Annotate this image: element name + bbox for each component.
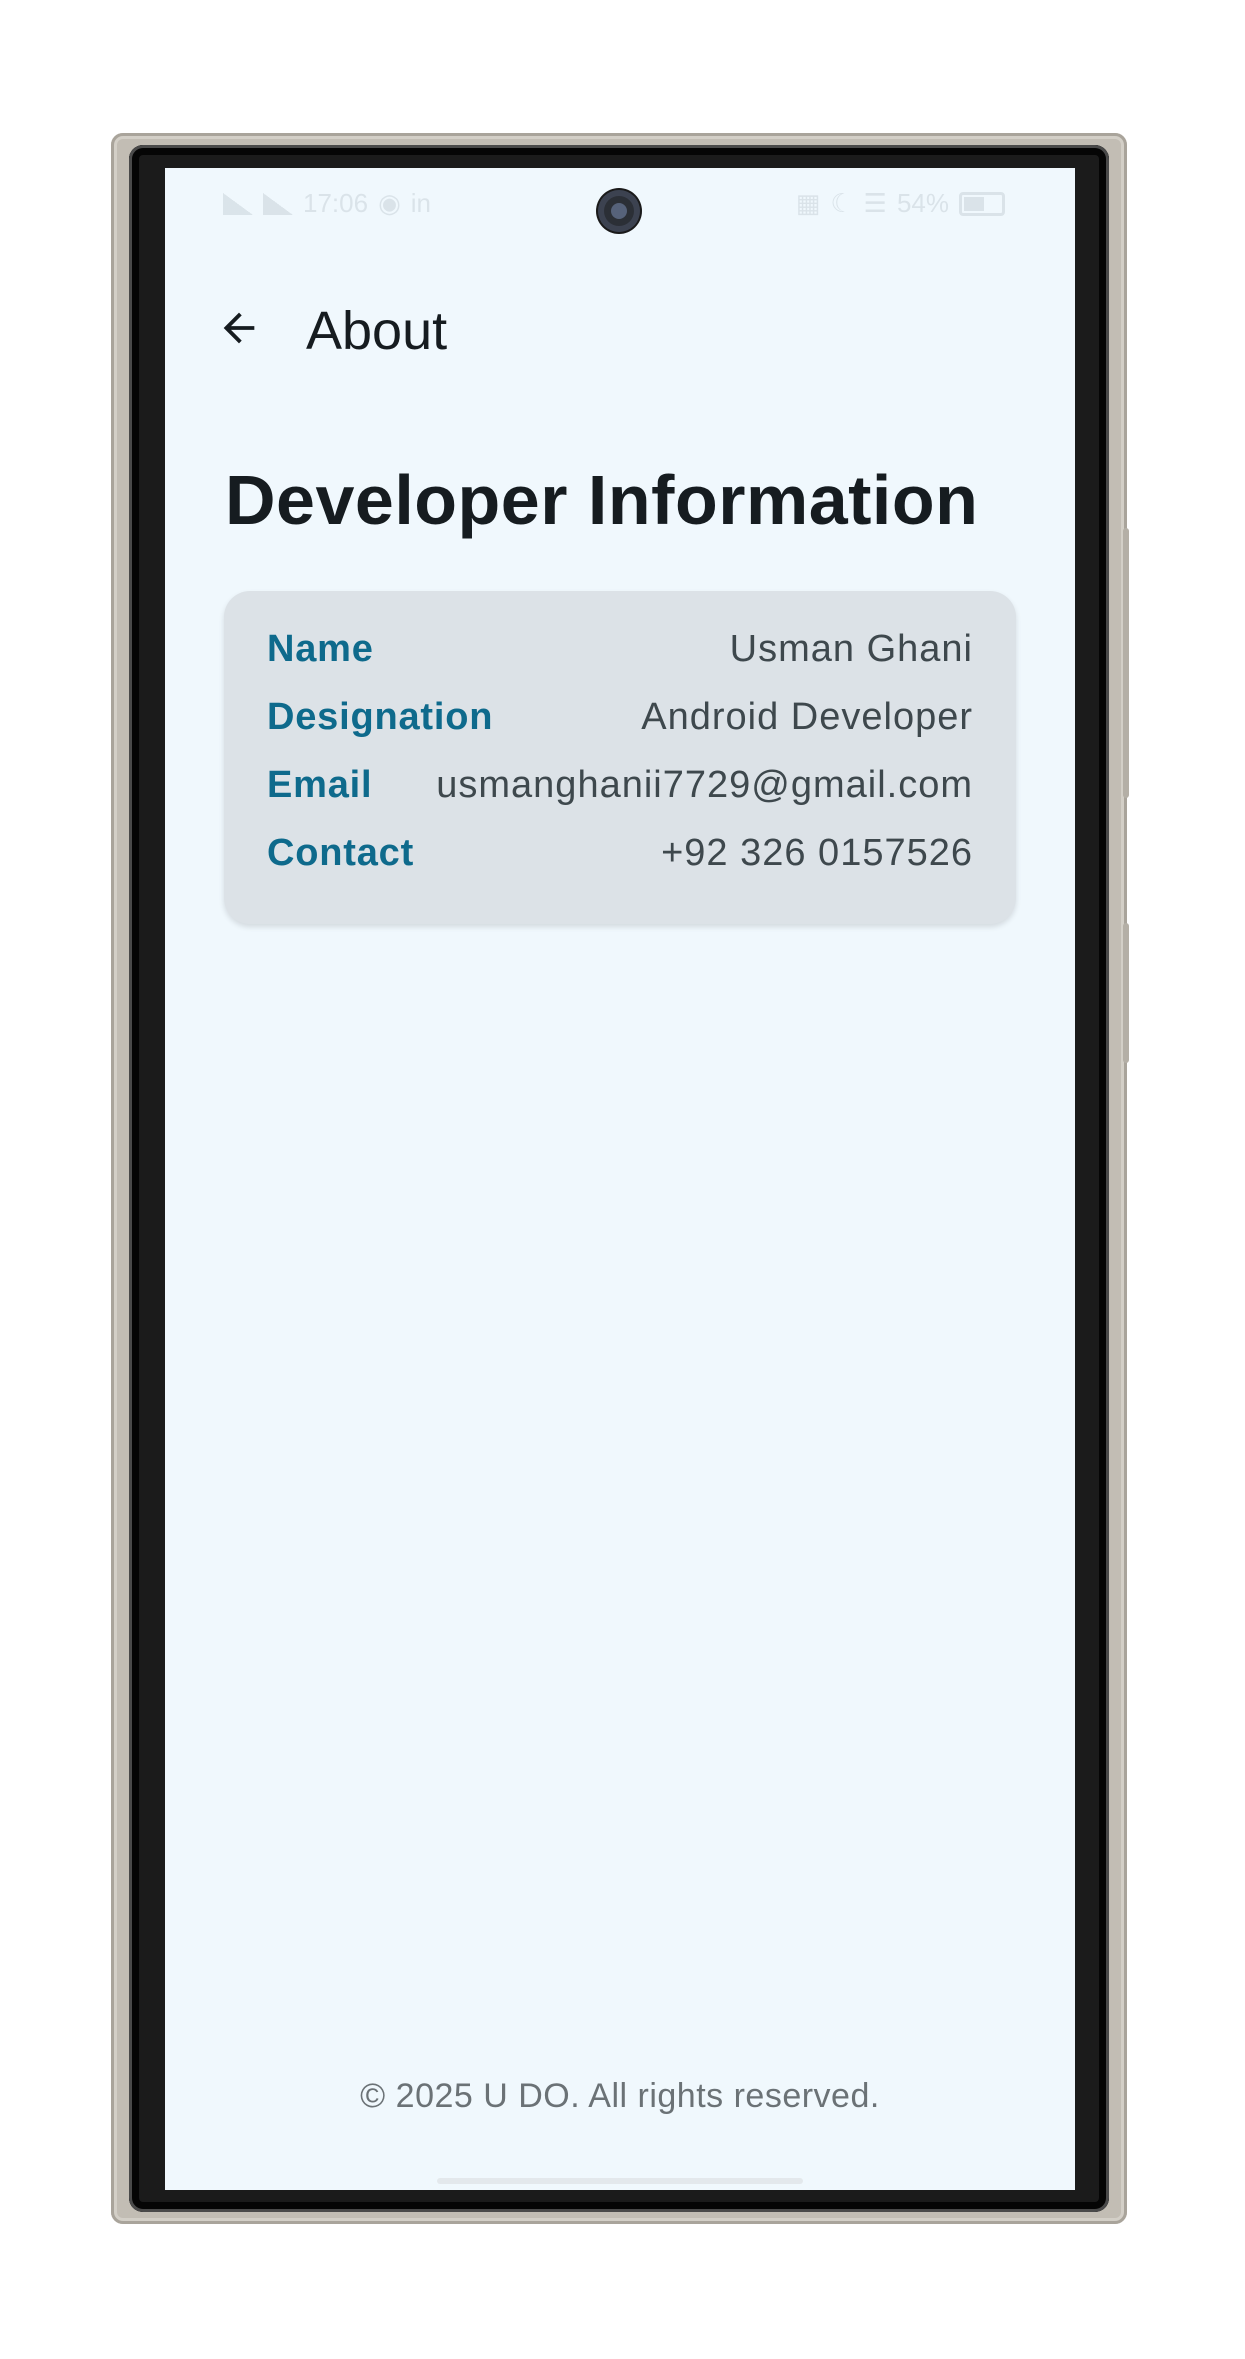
top-app-bar: About: [165, 278, 1075, 378]
contact-label: Contact: [267, 831, 415, 874]
back-button[interactable]: [205, 294, 273, 362]
email-label: Email: [267, 763, 373, 806]
battery-icon: [959, 191, 1005, 216]
name-value: Usman Ghani: [729, 627, 973, 670]
info-row-name: Name Usman Ghani: [267, 621, 973, 677]
battery-percent: 54%: [896, 188, 949, 218]
section-title: Developer Information: [225, 461, 979, 539]
copyright-footer: © 2025 U DO. All rights reserved.: [360, 2077, 880, 2115]
status-right: ▦ ☾ ☰ 54%: [796, 188, 1005, 219]
gesture-navigation-bar[interactable]: [437, 2178, 803, 2184]
status-left: 17:06 ◉ in: [223, 188, 431, 219]
app-screen: 17:06 ◉ in ▦ ☾ ☰ 54% About Developer Inf…: [165, 168, 1075, 2190]
front-camera: [598, 190, 640, 232]
email-value[interactable]: usmanghanii7729@gmail.com: [436, 764, 973, 807]
designation-value: Android Developer: [641, 695, 973, 738]
developer-info-card: Name Usman Ghani Designation Android Dev…: [224, 591, 1016, 924]
designation-label: Designation: [267, 695, 494, 738]
info-row-email: Email usmanghanii7729@gmail.com: [267, 757, 973, 813]
info-row-designation: Designation Android Developer: [267, 689, 973, 745]
signal-icon-2: [263, 192, 293, 215]
signal-icon: [223, 192, 253, 215]
notification-icon: ◉: [378, 188, 401, 218]
info-row-contact: Contact +92 326 0157526: [267, 825, 973, 881]
vibrate-icon: ▦: [795, 188, 821, 218]
wifi-icon: ☰: [863, 188, 887, 218]
page-title: About: [306, 301, 448, 361]
moon-icon: ☾: [830, 188, 854, 218]
arrow-back-icon: [223, 312, 255, 344]
power-button: [1123, 923, 1129, 1063]
volume-button: [1123, 528, 1129, 798]
status-time: 17:06: [303, 188, 369, 218]
name-label: Name: [267, 627, 374, 670]
contact-value[interactable]: +92 326 0157526: [661, 832, 973, 875]
linkedin-icon: in: [410, 188, 432, 218]
